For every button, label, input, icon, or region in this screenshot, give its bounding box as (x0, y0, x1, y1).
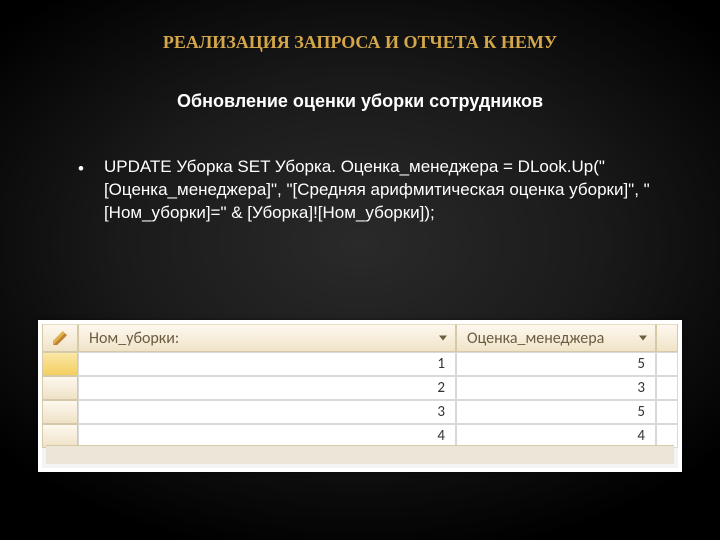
cell-nom[interactable]: 2 (78, 376, 456, 400)
dropdown-icon[interactable] (439, 336, 447, 341)
data-grid: Ном_уборки: Оценка_менеджера 1 5 2 3 (42, 324, 678, 448)
row-selector[interactable] (42, 400, 78, 424)
row-selector-header[interactable] (42, 324, 78, 352)
cell-score[interactable]: 5 (456, 352, 656, 376)
slide-title: РЕАЛИЗАЦИЯ ЗАПРОСА И ОТЧЕТА К НЕМУ (0, 0, 720, 53)
column-header-extra[interactable] (656, 324, 678, 352)
cell-extra[interactable] (656, 352, 678, 376)
sql-bullet: • UPDATE Уборка SET Уборка. Оценка_менед… (0, 156, 720, 225)
cell-score[interactable]: 5 (456, 400, 656, 424)
column-header-nom-label: Ном_уборки: (79, 329, 179, 348)
row-selector[interactable] (42, 352, 78, 376)
slide: РЕАЛИЗАЦИЯ ЗАПРОСА И ОТЧЕТА К НЕМУ Обнов… (0, 0, 720, 540)
cell-score[interactable]: 3 (456, 376, 656, 400)
column-header-score-label: Оценка_менеджера (457, 329, 604, 348)
column-header-nom[interactable]: Ном_уборки: (78, 324, 456, 352)
dropdown-icon[interactable] (639, 336, 647, 341)
pencil-icon (53, 331, 67, 345)
sql-text: UPDATE Уборка SET Уборка. Оценка_менедже… (104, 156, 660, 225)
column-header-score[interactable]: Оценка_менеджера (456, 324, 656, 352)
cell-nom[interactable]: 1 (78, 352, 456, 376)
access-table-screenshot: Ном_уборки: Оценка_менеджера 1 5 2 3 (38, 320, 682, 472)
bullet-dot-icon: • (78, 158, 84, 181)
slide-subtitle: Обновление оценки уборки сотрудников (0, 91, 720, 112)
cell-extra[interactable] (656, 400, 678, 424)
cell-extra[interactable] (656, 376, 678, 400)
cell-nom[interactable]: 3 (78, 400, 456, 424)
grid-footer (46, 445, 674, 464)
row-selector[interactable] (42, 376, 78, 400)
